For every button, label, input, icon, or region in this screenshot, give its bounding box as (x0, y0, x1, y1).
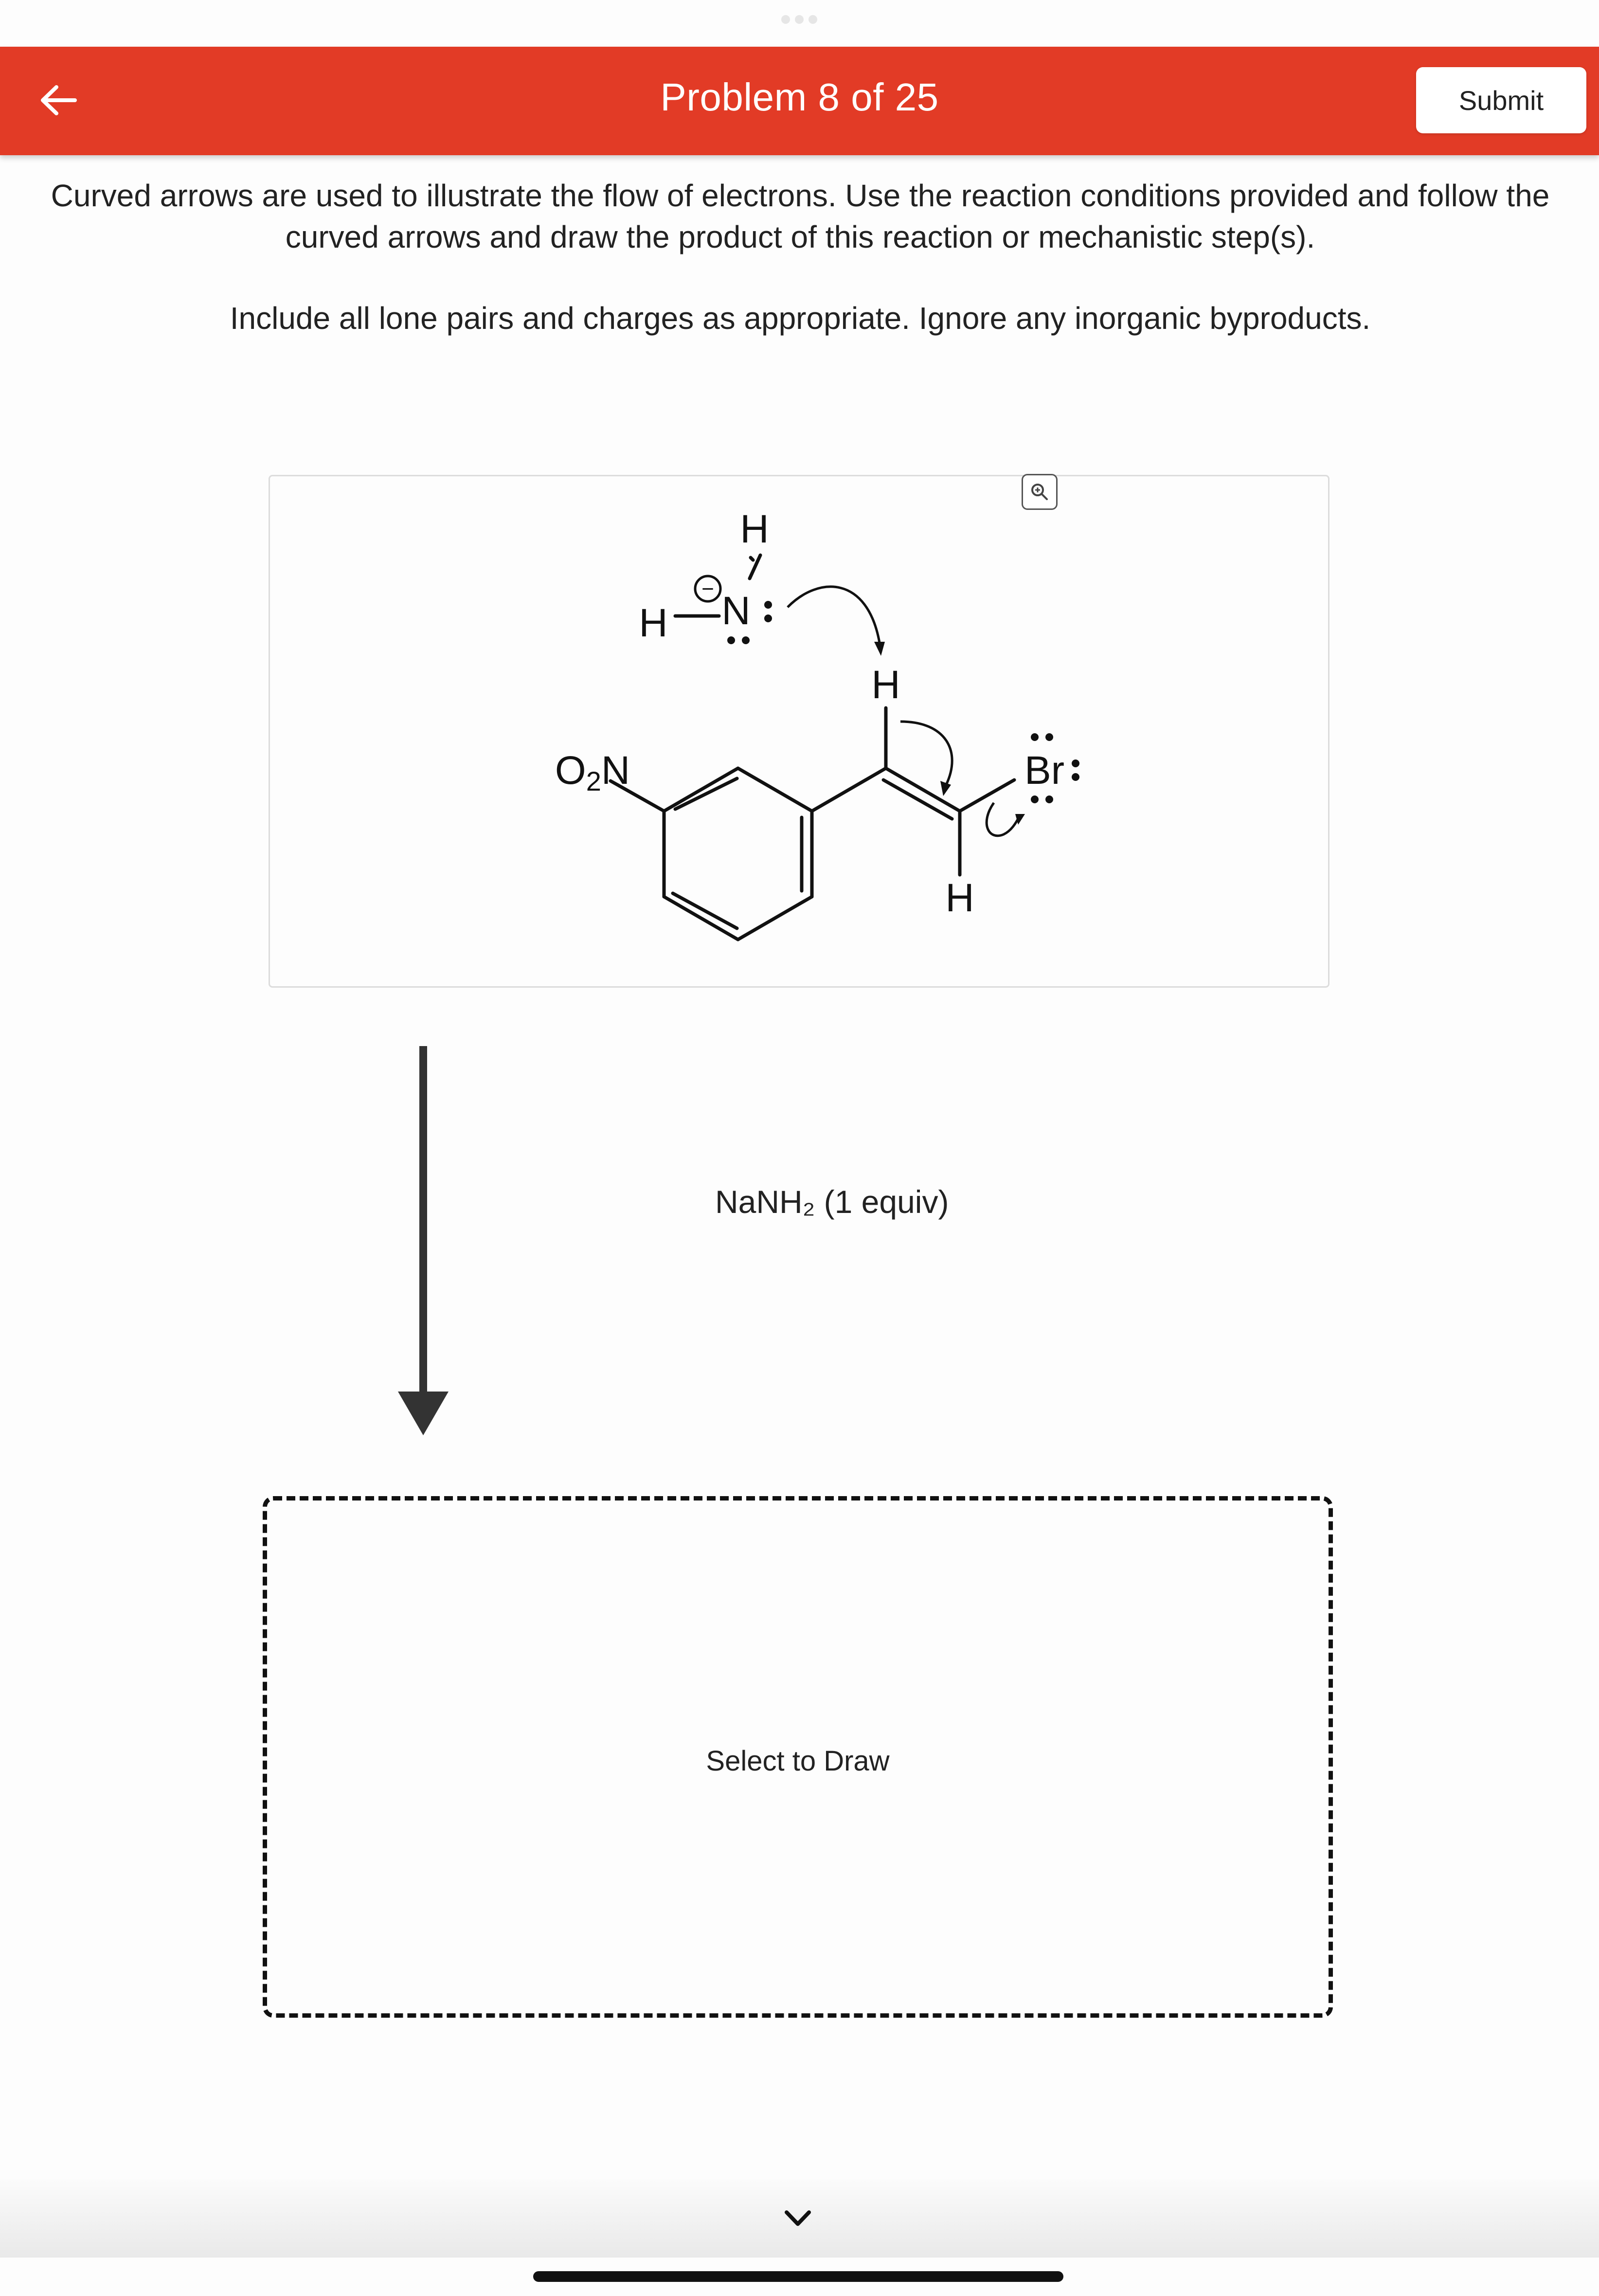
br-label: Br (1024, 748, 1064, 793)
select-to-draw-label: Select to Draw (706, 1745, 890, 1777)
zoom-button[interactable] (1022, 474, 1058, 510)
h-vinyl-bottom-label: H (945, 876, 974, 920)
submit-button[interactable]: Submit (1416, 67, 1586, 133)
reagent-label: NaNH₂ (1 equiv) (715, 1184, 949, 1220)
multitasking-dots[interactable] (775, 15, 824, 24)
o2n-label: O2N (555, 748, 630, 796)
reaction-arrow (398, 1046, 449, 1435)
page-title: Problem 8 of 25 (660, 75, 939, 119)
instructions-text: Curved arrows are used to illustrate the… (51, 178, 1550, 254)
molecule-panel: H H N − O2N H H Br (269, 475, 1330, 988)
instructions-note: Include all lone pairs and charges as ap… (230, 301, 1371, 336)
header-bar: Problem 8 of 25 Submit (0, 47, 1599, 155)
dot (808, 15, 817, 24)
molecule-structure: H H N − O2N H H Br (555, 507, 1079, 941)
h-vinyl-top-label: H (871, 663, 900, 707)
home-indicator[interactable] (533, 2271, 1063, 2282)
dot (781, 15, 790, 24)
zoom-in-icon (1031, 484, 1048, 500)
h-amide-left-label: H (639, 601, 667, 645)
answer-draw-area[interactable]: Select to Draw (263, 1496, 1333, 2018)
n-amide-label: N (721, 589, 750, 633)
dot (795, 15, 804, 24)
negative-charge-label: − (701, 577, 714, 601)
h-amide-top-label: H (740, 507, 769, 551)
chevron-down-icon[interactable] (781, 2202, 815, 2236)
